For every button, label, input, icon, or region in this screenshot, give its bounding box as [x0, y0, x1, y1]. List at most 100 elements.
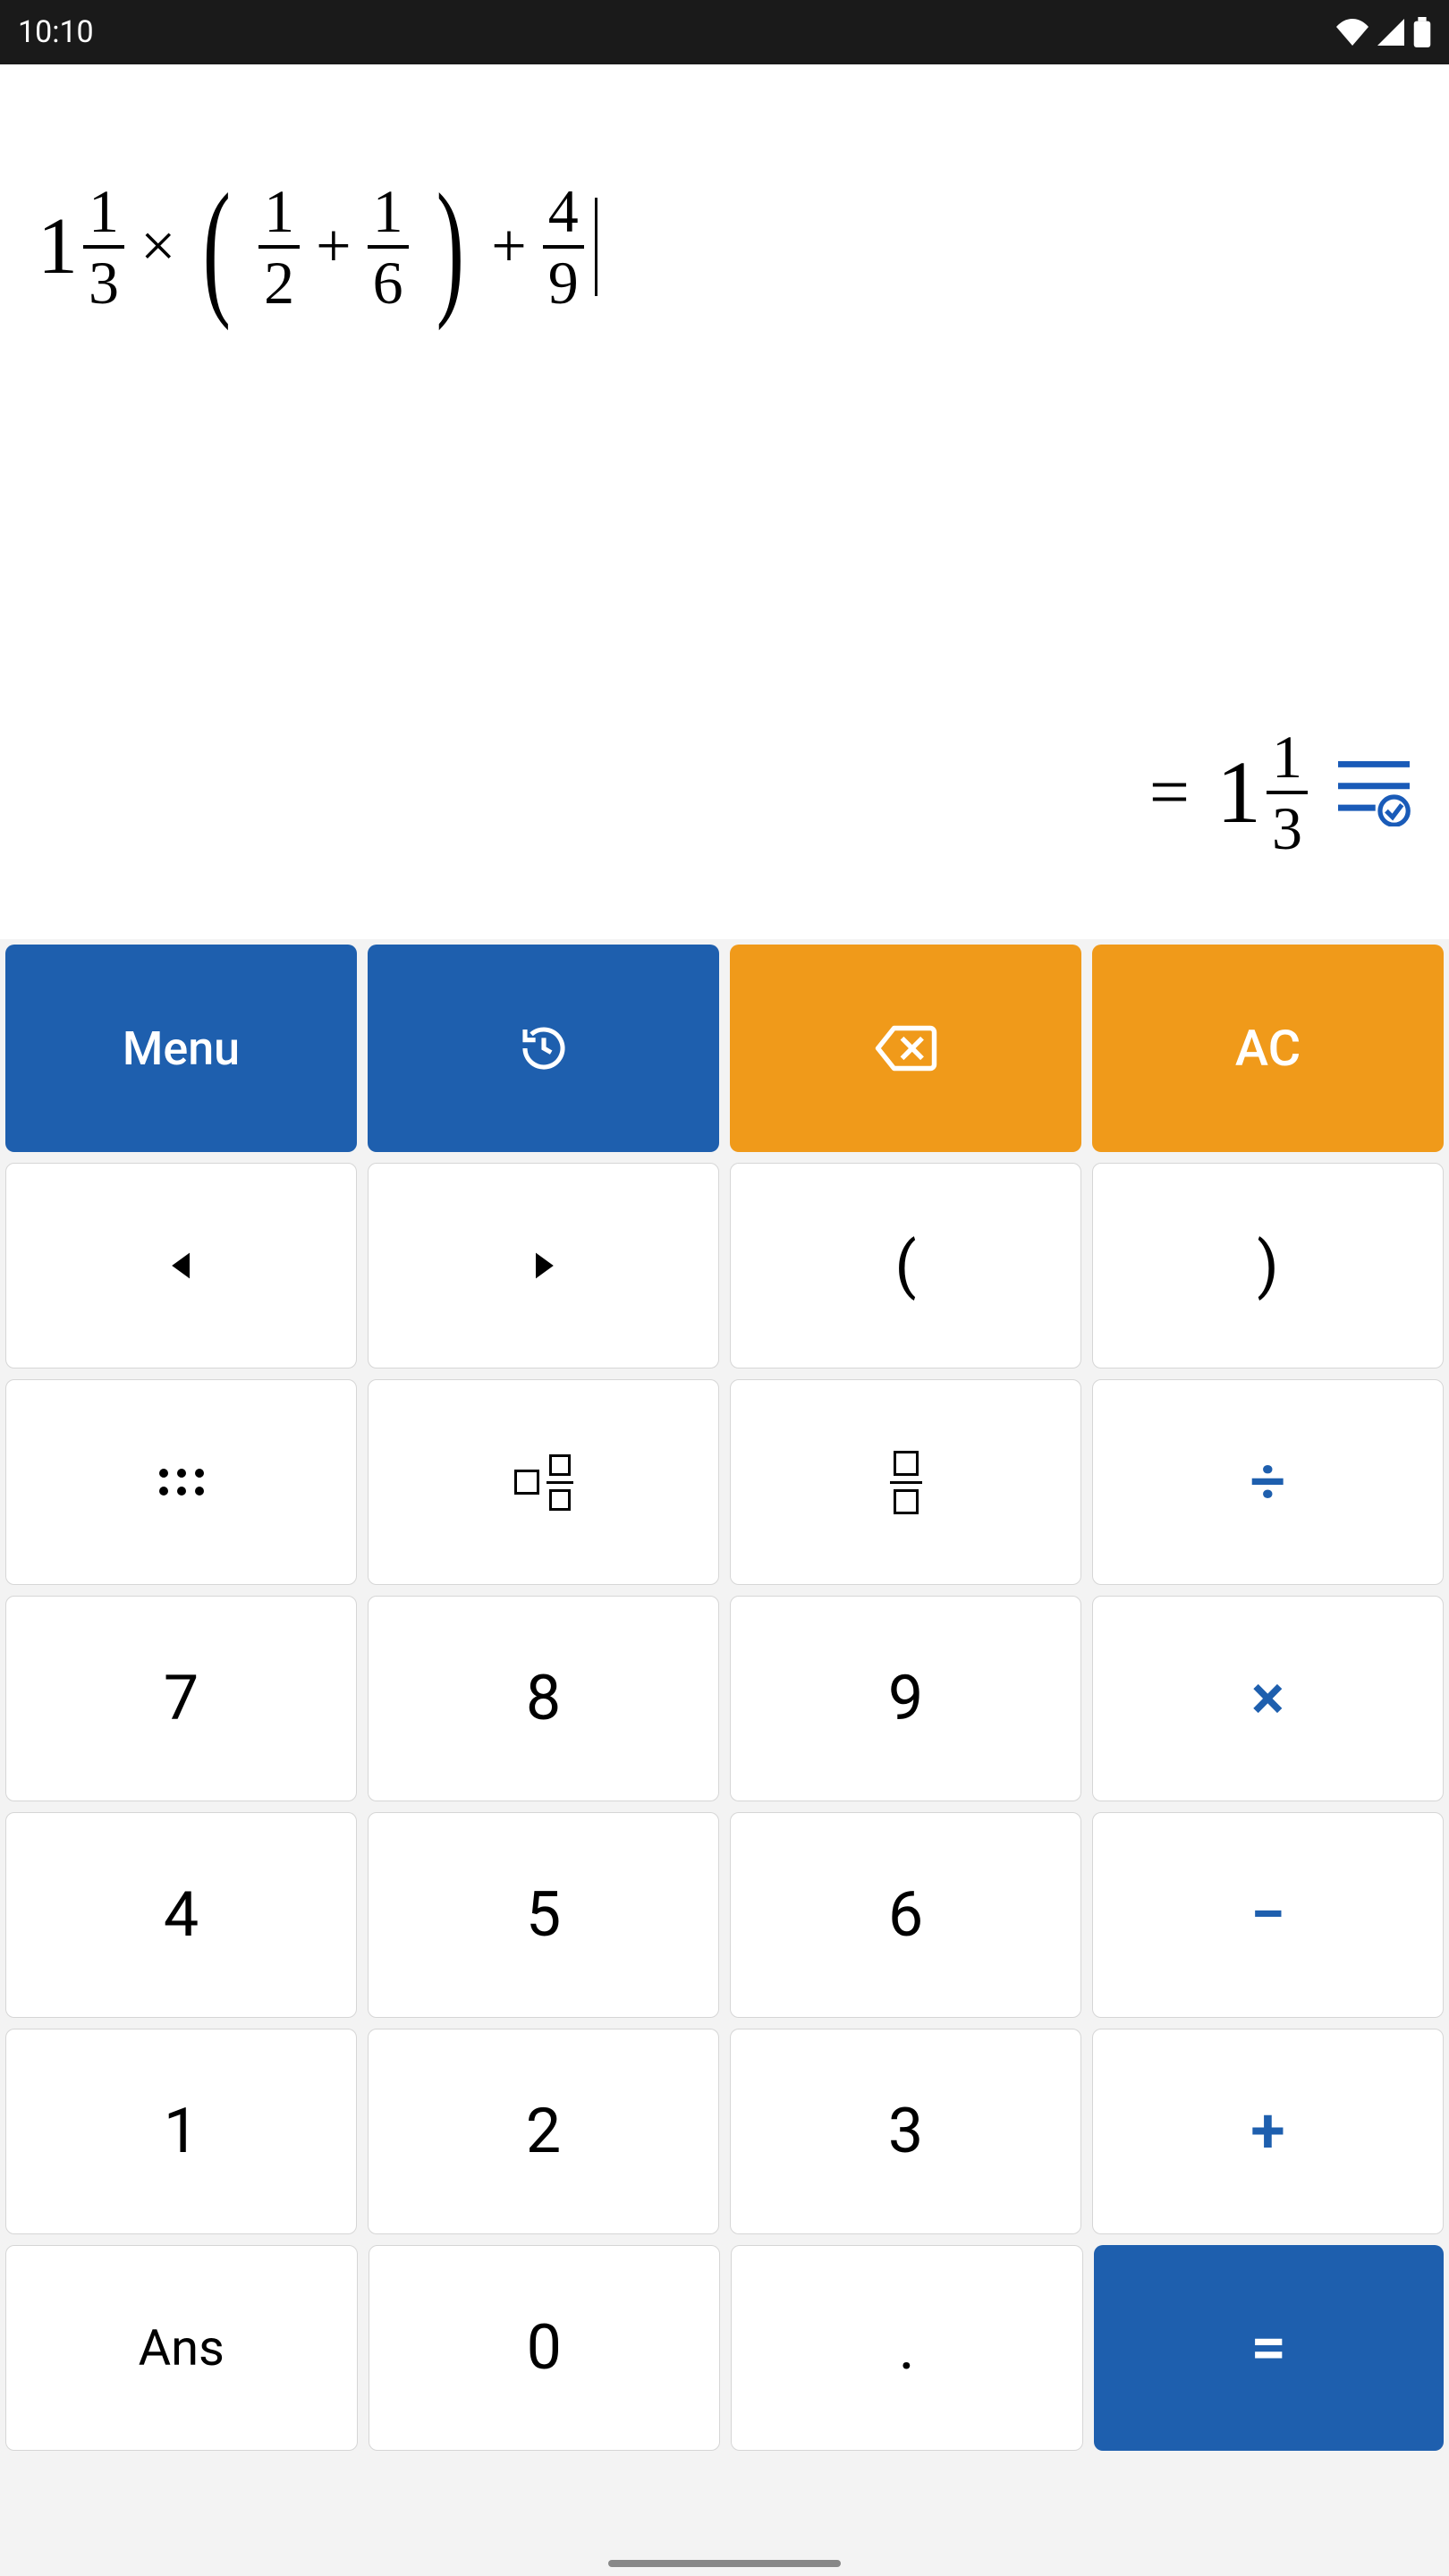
fraction-2: 1 2 — [258, 181, 300, 313]
denominator: 3 — [83, 252, 124, 313]
ac-label: AC — [1235, 1019, 1301, 1078]
denominator: 2 — [258, 252, 300, 313]
numerator: 1 — [258, 181, 300, 242]
top-row: Menu AC — [5, 945, 1444, 1152]
digit-2-button[interactable]: 2 — [368, 2029, 719, 2234]
signal-icon — [1377, 19, 1404, 46]
menu-label: Menu — [123, 1021, 240, 1076]
triangle-right-icon — [528, 1250, 560, 1282]
digit-9-button[interactable]: 9 — [730, 1596, 1081, 1801]
equals-label: = — [1250, 2311, 1286, 2385]
plus-op: + — [316, 211, 351, 283]
plus-label: + — [1250, 2095, 1285, 2168]
digit-4-button[interactable]: 4 — [5, 1812, 357, 2018]
menu-button[interactable]: Menu — [5, 945, 357, 1152]
divide-label: ÷ — [1250, 1445, 1286, 1519]
digit-0-button[interactable]: 0 — [369, 2245, 721, 2451]
backspace-icon — [874, 1023, 938, 1073]
numerator: 4 — [543, 181, 584, 242]
nav-row: ( ) — [5, 1163, 1444, 1368]
dots-grid-icon — [159, 1469, 204, 1496]
digit-3-button[interactable]: 3 — [730, 2029, 1081, 2234]
digit-label: 1 — [164, 2095, 199, 2168]
denominator: 6 — [368, 252, 409, 313]
status-bar: 10:10 — [0, 0, 1449, 64]
fraction-row: ÷ — [5, 1379, 1444, 1585]
history-icon — [519, 1023, 569, 1073]
digit-label: 3 — [888, 2095, 923, 2168]
battery-icon — [1413, 17, 1431, 47]
expression: 1 1 3 × ( 1 2 + 1 6 ) + 4 9 — [38, 181, 597, 313]
keypad: Menu AC ( ) — [0, 939, 1449, 2456]
whole-part: 1 — [1216, 748, 1261, 837]
row-456: 4 5 6 − — [5, 1812, 1444, 2018]
ans-label: Ans — [139, 2318, 225, 2377]
history-button[interactable] — [368, 945, 719, 1152]
fraction-button[interactable] — [730, 1379, 1081, 1585]
equals-sign: = — [1149, 752, 1190, 834]
result-mixed: 1 1 3 — [1216, 726, 1308, 859]
digit-7-button[interactable]: 7 — [5, 1596, 357, 1801]
digit-label: 9 — [888, 1662, 923, 1735]
digit-label: 4 — [164, 1878, 199, 1952]
row-789: 7 8 9 × — [5, 1596, 1444, 1801]
digit-label: 8 — [526, 1662, 561, 1735]
ans-button[interactable]: Ans — [5, 2245, 358, 2451]
plus-button[interactable]: + — [1092, 2029, 1444, 2234]
digit-label: 7 — [164, 1662, 199, 1735]
equals-button[interactable]: = — [1094, 2245, 1445, 2451]
multiply-op: × — [140, 211, 175, 283]
fraction: 1 3 — [1267, 726, 1308, 859]
more-functions-button[interactable] — [5, 1379, 357, 1585]
multiply-label: × — [1251, 1662, 1284, 1735]
digit-6-button[interactable]: 6 — [730, 1812, 1081, 2018]
digit-1-button[interactable]: 1 — [5, 2029, 357, 2234]
plus-op: + — [491, 211, 526, 283]
cursor-left-button[interactable] — [5, 1163, 357, 1368]
mixed-fraction-icon — [514, 1454, 573, 1511]
digit-label: 2 — [526, 2095, 561, 2168]
numerator: 1 — [83, 181, 124, 242]
numerator: 1 — [368, 181, 409, 242]
all-clear-button[interactable]: AC — [1092, 945, 1444, 1152]
digit-5-button[interactable]: 5 — [368, 1812, 719, 2018]
status-icons — [1336, 17, 1431, 47]
nav-handle[interactable] — [608, 2560, 841, 2567]
denominator: 9 — [543, 252, 584, 313]
lparen-label: ( — [895, 1229, 917, 1302]
fraction-icon — [890, 1451, 922, 1514]
status-time: 10:10 — [18, 14, 94, 50]
whole-part: 1 — [38, 207, 78, 287]
mixed-fraction-1: 1 1 3 — [38, 181, 124, 313]
digit-8-button[interactable]: 8 — [368, 1596, 719, 1801]
cursor-right-button[interactable] — [368, 1163, 719, 1368]
bottom-row: Ans 0 . = — [5, 2245, 1444, 2451]
result: = 1 1 3 — [1149, 726, 1413, 859]
decimal-button[interactable]: . — [731, 2245, 1083, 2451]
close-paren-button[interactable]: ) — [1092, 1163, 1444, 1368]
display-area[interactable]: 1 1 3 × ( 1 2 + 1 6 ) + 4 9 = — [0, 64, 1449, 939]
divide-button[interactable]: ÷ — [1092, 1379, 1444, 1585]
minus-button[interactable]: − — [1092, 1812, 1444, 2018]
rparen-label: ) — [1257, 1229, 1278, 1302]
dot-label: . — [899, 2311, 915, 2385]
backspace-button[interactable] — [730, 945, 1081, 1152]
input-cursor — [595, 198, 597, 296]
digit-label: 6 — [888, 1878, 923, 1952]
result-format-icon[interactable] — [1335, 755, 1413, 831]
mixed-fraction-button[interactable] — [368, 1379, 719, 1585]
digit-label: 0 — [527, 2311, 562, 2385]
fraction-4: 4 9 — [543, 181, 584, 313]
row-123: 1 2 3 + — [5, 2029, 1444, 2234]
numerator: 1 — [1267, 726, 1308, 787]
digit-label: 5 — [526, 1878, 561, 1952]
triangle-left-icon — [165, 1250, 198, 1282]
wifi-icon — [1336, 19, 1368, 46]
open-paren: ( — [203, 194, 231, 301]
minus-label: − — [1250, 1878, 1285, 1952]
close-paren: ) — [436, 194, 463, 301]
denominator: 3 — [1267, 798, 1308, 859]
multiply-button[interactable]: × — [1092, 1596, 1444, 1801]
open-paren-button[interactable]: ( — [730, 1163, 1081, 1368]
fraction-3: 1 6 — [368, 181, 409, 313]
